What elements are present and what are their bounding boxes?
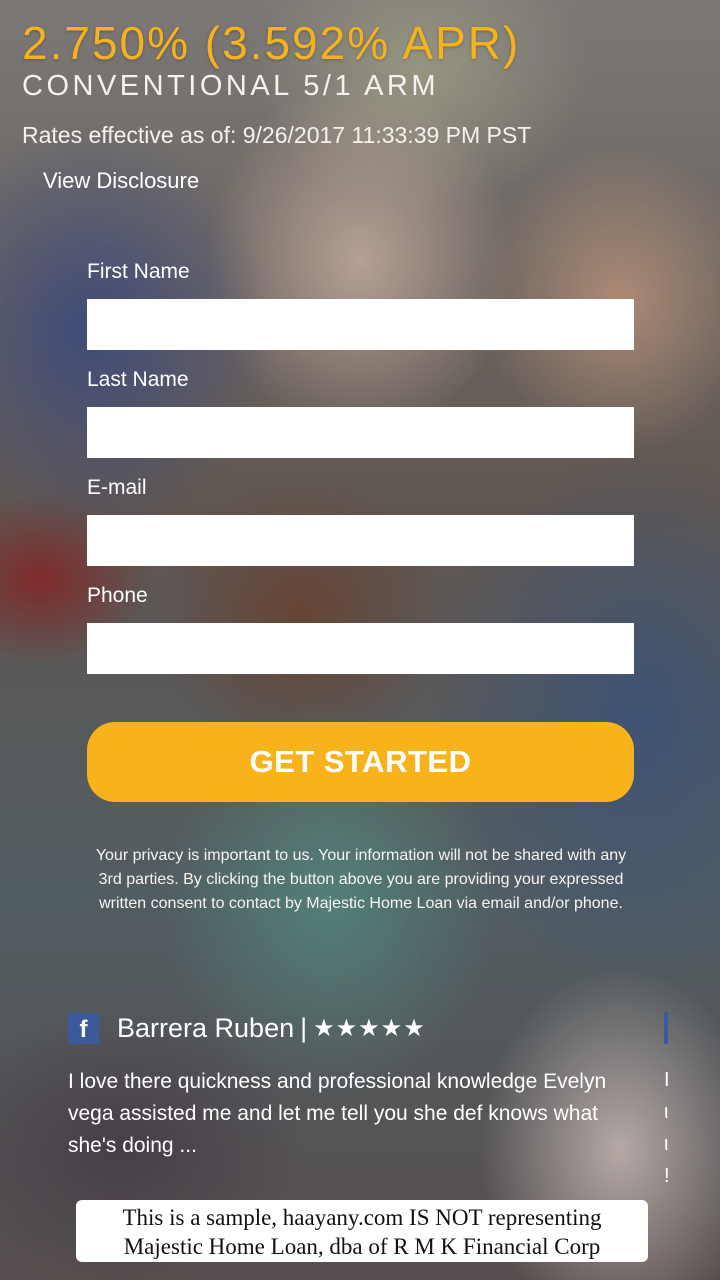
next-review-card-edge (664, 1012, 668, 1044)
rating-stars: ★★★★★ (313, 1014, 426, 1042)
last-name-label: Last Name (87, 368, 189, 391)
first-name-label: First Name (87, 260, 190, 283)
review-text: I love there quickness and professional … (68, 1070, 607, 1157)
reviewer-name: Barrera Ruben (117, 1012, 295, 1043)
loan-product: CONVENTIONAL 5/1 ARM (22, 70, 440, 102)
review-header: f Barrera Ruben | ★★★★★ (68, 1010, 648, 1046)
view-disclosure-link[interactable]: View Disclosure (43, 168, 199, 194)
facebook-icon: f (68, 1012, 99, 1044)
disclaimer-line-1: This is a sample, haayany.com IS NOT rep… (122, 1205, 602, 1230)
get-started-button[interactable]: GET STARTED (87, 722, 634, 802)
rate-landing-page: 2.750% (3.592% APR) CONVENTIONAL 5/1 ARM… (0, 0, 720, 1280)
first-name-field[interactable] (87, 299, 634, 350)
review-card: f Barrera Ruben | ★★★★★ I love there qui… (68, 1010, 648, 1162)
email-field[interactable] (87, 515, 634, 566)
rate-headline: 2.750% (3.592% APR) (22, 17, 521, 69)
disclaimer-line-2: Majestic Home Loan, dba of R M K Financi… (123, 1234, 601, 1259)
phone-label: Phone (87, 584, 148, 607)
sample-disclaimer: This is a sample, haayany.com IS NOT rep… (76, 1200, 648, 1262)
last-name-field[interactable] (87, 407, 634, 458)
phone-field[interactable] (87, 623, 634, 674)
review-separator: | (300, 1012, 308, 1043)
rates-effective-date: Rates effective as of: 9/26/2017 11:33:3… (22, 122, 532, 148)
privacy-notice: Your privacy is important to us. Your in… (95, 847, 627, 912)
next-review-card-text-edge: Iι ι! (664, 1069, 670, 1187)
email-label: E-mail (87, 476, 147, 499)
